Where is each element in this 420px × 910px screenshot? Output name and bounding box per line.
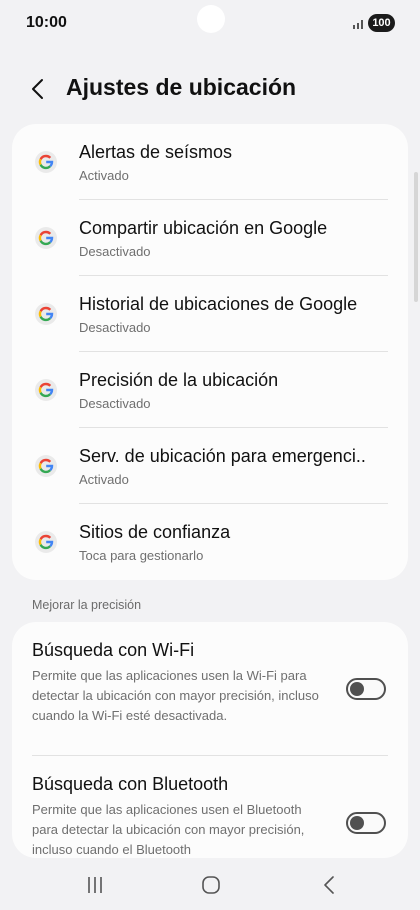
google-setting-status: Activado — [79, 472, 129, 487]
google-setting-item[interactable]: Precisión de la ubicación Desactivado — [12, 352, 408, 428]
nav-back-icon — [324, 876, 334, 894]
google-icon — [35, 303, 57, 325]
google-icon — [35, 531, 57, 553]
google-setting-status: Activado — [79, 168, 129, 183]
bluetooth-scanning-title: Búsqueda con Bluetooth — [32, 774, 229, 794]
google-setting-title: Historial de ubicaciones de Google — [79, 294, 358, 314]
google-setting-item[interactable]: Sitios de confianza Toca para gestionarlo — [12, 504, 408, 580]
wifi-scanning-title: Búsqueda con Wi-Fi — [32, 640, 195, 660]
toggle-knob — [350, 816, 364, 830]
home-button[interactable] — [196, 872, 226, 898]
recents-button[interactable] — [80, 872, 110, 898]
google-setting-status: Desactivado — [79, 320, 151, 335]
google-setting-title: Alertas de seísmos — [79, 142, 233, 162]
battery-icon: 100 — [368, 14, 395, 32]
status-time: 10:00 — [26, 14, 67, 31]
google-settings-card: Alertas de seísmos Activado Compartir ubic… — [12, 124, 408, 580]
back-arrow-icon — [32, 79, 43, 99]
google-setting-title: Precisión de la ubicación — [79, 370, 279, 390]
bluetooth-scanning-description: Permite que las aplicaciones usen el Blu… — [32, 802, 305, 857]
google-icon — [35, 455, 57, 477]
home-icon — [202, 876, 220, 894]
bluetooth-scanning-toggle[interactable] — [346, 812, 386, 834]
google-setting-item[interactable]: Serv. de ubicación para emergenci.. Activ… — [12, 428, 408, 504]
scanning-card: Búsqueda con Wi-Fi Permite que las aplic… — [12, 622, 408, 858]
google-setting-title: Serv. de ubicación para emergenci.. — [79, 446, 366, 466]
google-icon — [35, 227, 57, 249]
google-setting-status: Desactivado — [79, 396, 151, 411]
google-setting-title: Sitios de confianza — [79, 522, 231, 542]
bluetooth-scanning-item[interactable]: Búsqueda con Bluetooth Permite que las a… — [12, 756, 408, 858]
wifi-scanning-item[interactable]: Búsqueda con Wi-Fi Permite que las aplic… — [12, 622, 408, 756]
header: Ajustes de ubicación — [0, 64, 420, 116]
google-setting-item[interactable]: Compartir ubicación en Google Desactivado — [12, 200, 408, 276]
status-bar: 10:00 100 — [0, 0, 420, 50]
recents-icon — [88, 877, 102, 893]
google-icon — [35, 379, 57, 401]
google-setting-item[interactable]: Alertas de seísmos Activado — [12, 124, 408, 200]
section-label: Mejorar la precisión — [32, 598, 142, 612]
toggle-knob — [350, 682, 364, 696]
google-setting-title: Compartir ubicación en Google — [79, 218, 328, 238]
wifi-scanning-toggle[interactable] — [346, 678, 386, 700]
wifi-scanning-description: Permite que las aplicaciones usen la Wi-… — [32, 668, 319, 723]
google-setting-status: Desactivado — [79, 244, 151, 259]
google-setting-item[interactable]: Historial de ubicaciones de Google Desact… — [12, 276, 408, 352]
google-setting-status: Toca para gestionarlo — [79, 548, 204, 563]
signal-icon — [353, 20, 363, 29]
google-icon — [35, 151, 57, 173]
back-button[interactable] — [26, 74, 52, 104]
nav-back-button[interactable] — [314, 872, 344, 898]
camera-cutout — [197, 5, 225, 33]
page-title: Ajustes de ubicación — [66, 74, 297, 100]
scrollbar[interactable] — [414, 172, 418, 302]
battery-level: 100 — [372, 17, 391, 29]
navigation-bar — [0, 858, 420, 910]
